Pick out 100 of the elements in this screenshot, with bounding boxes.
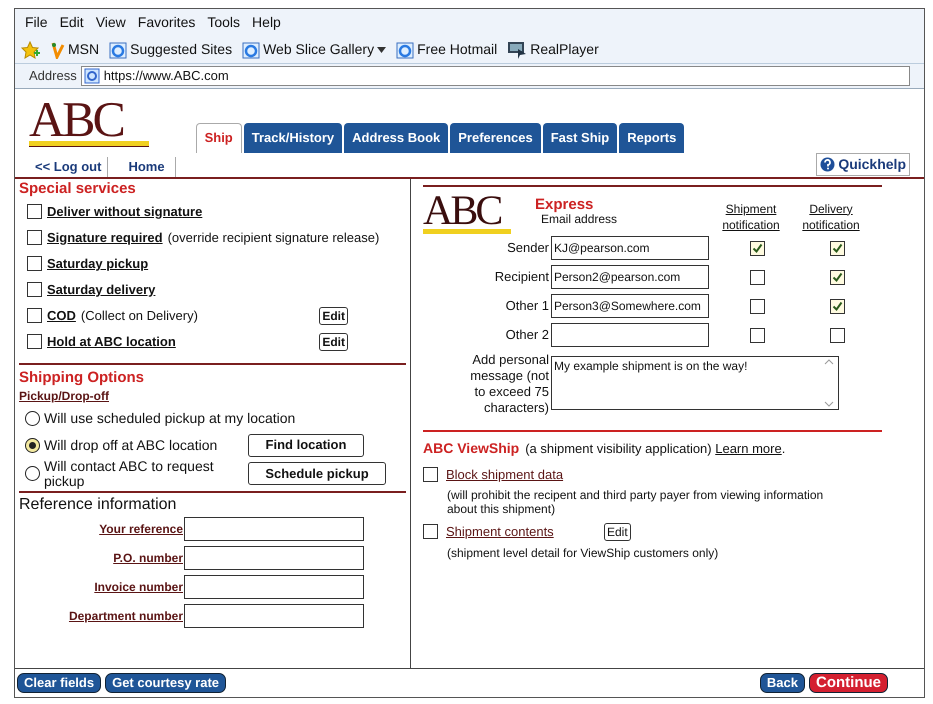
section-title: ABC ViewShip bbox=[423, 438, 520, 458]
option-note: (override recipient signature release) bbox=[168, 228, 380, 247]
page-icon bbox=[242, 40, 260, 58]
logo: ABC bbox=[29, 97, 169, 147]
option-link[interactable]: Saturday pickup bbox=[47, 254, 148, 274]
option-note: (will prohibit the recipent and third party payer from viewing information about this shipment) bbox=[446, 488, 824, 516]
option-link[interactable]: Hold at ABC location bbox=[47, 332, 176, 352]
checkbox[interactable] bbox=[830, 270, 844, 284]
option-label: Will contact ABC to request pickup bbox=[44, 458, 215, 488]
radio-button[interactable] bbox=[25, 438, 40, 452]
option-label: Will use scheduled pickup at my location bbox=[44, 410, 296, 426]
favorite-link[interactable]: Web Slice Gallery bbox=[242, 39, 386, 60]
column-header: Shipment notification bbox=[721, 200, 781, 232]
checkbox[interactable] bbox=[27, 204, 42, 219]
footer-button[interactable]: Continue bbox=[809, 673, 888, 693]
field-label: Department number bbox=[68, 608, 183, 625]
section-description: (a shipment visibility application) Learn more. bbox=[525, 440, 786, 458]
help-icon bbox=[820, 156, 836, 172]
quickhelp-link[interactable]: Quickhelp bbox=[816, 152, 910, 176]
column-header: Delivery notification bbox=[801, 200, 861, 232]
nav-link[interactable]: Home bbox=[108, 157, 176, 176]
input-field[interactable]: KJ@pearson.com bbox=[551, 236, 709, 260]
favorite-link[interactable]: Suggested Sites bbox=[109, 39, 232, 60]
checkbox[interactable] bbox=[750, 240, 764, 256]
checkbox[interactable] bbox=[830, 240, 844, 256]
row-label: Recipient bbox=[494, 268, 550, 286]
input-field[interactable] bbox=[551, 323, 709, 347]
option-note: (Collect on Delivery) bbox=[80, 306, 198, 325]
section-title: Reference information bbox=[19, 494, 178, 514]
input-field[interactable] bbox=[184, 517, 364, 541]
scroll-up-icon bbox=[824, 358, 834, 364]
option-link[interactable]: Saturday delivery bbox=[47, 280, 156, 300]
checkbox[interactable] bbox=[27, 256, 42, 271]
radio-button[interactable] bbox=[25, 466, 40, 481]
option-link[interactable]: Deliver without signature bbox=[47, 202, 202, 222]
row-label: Sender bbox=[506, 239, 550, 258]
tab[interactable]: Ship bbox=[196, 122, 242, 152]
checkbox[interactable] bbox=[27, 230, 42, 245]
menu-item[interactable]: Favorites bbox=[138, 12, 196, 33]
tab[interactable]: Reports bbox=[619, 122, 684, 152]
radio-button[interactable] bbox=[25, 410, 40, 426]
nav-link[interactable]: << Log out bbox=[29, 157, 108, 176]
menu-item[interactable]: Tools bbox=[207, 12, 240, 33]
input-field[interactable] bbox=[184, 546, 364, 570]
option-link[interactable]: Block shipment data bbox=[446, 464, 596, 484]
action-button[interactable]: Schedule pickup bbox=[248, 462, 386, 485]
edit-button[interactable]: Edit bbox=[319, 332, 348, 350]
message-field[interactable]: My example shipment is on the way! bbox=[551, 356, 839, 410]
input-field[interactable]: Person2@pearson.com bbox=[551, 265, 709, 289]
tab[interactable]: Address Book bbox=[344, 122, 448, 152]
favorite-link[interactable]: Free Hotmail bbox=[396, 39, 498, 60]
page-icon bbox=[109, 40, 128, 58]
row-label: Add personal message (not to exceed 75 characters) bbox=[469, 352, 550, 416]
input-field[interactable] bbox=[184, 575, 364, 599]
footer-button[interactable]: Get courtesy rate bbox=[105, 673, 226, 693]
checkbox[interactable] bbox=[27, 334, 42, 349]
page-icon bbox=[396, 40, 414, 58]
checkbox[interactable] bbox=[423, 524, 438, 540]
checkbox[interactable] bbox=[830, 298, 844, 314]
field-label: Your reference bbox=[99, 521, 183, 538]
row-label: Other 2 bbox=[504, 326, 550, 344]
option-note: (shipment level detail for ViewShip customers only) bbox=[446, 546, 720, 560]
checkbox[interactable] bbox=[750, 270, 764, 284]
page-icon bbox=[84, 68, 100, 84]
input-field[interactable] bbox=[184, 604, 364, 628]
edit-button[interactable]: Edit bbox=[319, 306, 348, 324]
tab[interactable]: Track/History bbox=[244, 122, 342, 152]
footer-button[interactable]: Clear fields bbox=[17, 673, 102, 693]
menu-item[interactable]: View bbox=[96, 12, 126, 33]
scroll-down-icon bbox=[824, 400, 834, 406]
option-link[interactable]: Signature required bbox=[47, 228, 163, 248]
option-link[interactable]: COD bbox=[47, 306, 76, 326]
field-label: Invoice number bbox=[94, 579, 183, 596]
option-link[interactable]: Shipment contents bbox=[446, 522, 596, 542]
menu-item[interactable]: Edit bbox=[60, 12, 84, 33]
learn-more-link[interactable]: Learn more bbox=[715, 440, 782, 456]
monitor-icon bbox=[507, 40, 528, 58]
checkbox[interactable] bbox=[27, 308, 42, 323]
favorite-link[interactable]: RealPlayer bbox=[507, 39, 599, 60]
section-title: Special services bbox=[19, 178, 137, 198]
favorite-link[interactable]: MSN bbox=[51, 39, 100, 60]
row-label: Other 1 bbox=[504, 297, 550, 316]
tab[interactable]: Preferences bbox=[450, 122, 541, 152]
checkbox[interactable] bbox=[750, 298, 764, 314]
option-label: Will drop off at ABC location bbox=[44, 438, 218, 452]
footer-button[interactable]: Back bbox=[760, 673, 805, 693]
checkbox[interactable] bbox=[750, 328, 764, 342]
input-field[interactable]: Person3@Somewhere.com bbox=[551, 294, 709, 318]
checkbox[interactable] bbox=[27, 282, 42, 297]
tab[interactable]: Fast Ship bbox=[542, 122, 618, 152]
column-header: Email address bbox=[541, 212, 618, 224]
action-button[interactable]: Find location bbox=[248, 434, 364, 456]
checkbox[interactable] bbox=[830, 328, 844, 342]
section-subtitle: Pickup/Drop-off bbox=[19, 388, 110, 404]
menu-item[interactable]: Help bbox=[252, 12, 281, 33]
edit-button[interactable]: Edit bbox=[604, 522, 631, 541]
menu-item[interactable]: File bbox=[25, 12, 48, 33]
checkbox[interactable] bbox=[423, 466, 438, 482]
address-field[interactable]: https://www.ABC.com bbox=[80, 66, 910, 86]
star-icon bbox=[21, 40, 41, 58]
